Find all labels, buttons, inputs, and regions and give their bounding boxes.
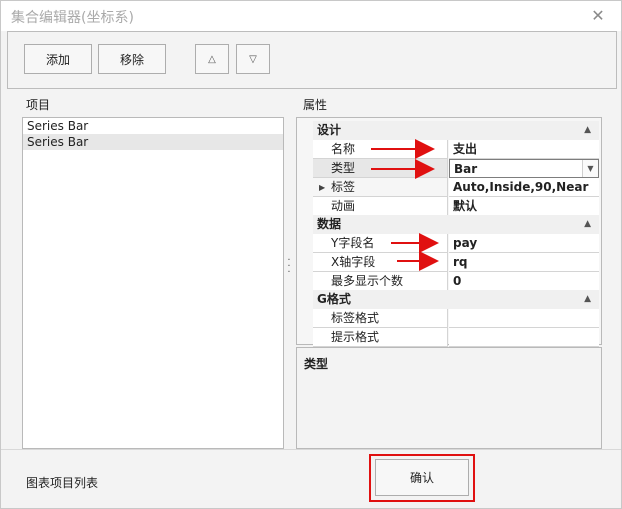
property-value[interactable] [449,328,599,347]
property-value[interactable] [449,309,599,328]
property-grid: 设计 ▲ 名称 支出 类型 Bar ▼ ▶ 标签 Auto,Inside,90,… [296,117,602,347]
items-label: 项目 [26,98,51,112]
splitter-grip-icon[interactable]: · · · [285,256,293,278]
property-row-type[interactable]: 类型 Bar ▼ [313,159,599,178]
list-item[interactable]: Series Bar [23,118,283,134]
collapse-icon[interactable]: ▲ [584,290,591,309]
property-row-label[interactable]: ▶ 标签 Auto,Inside,90,Near [313,178,599,197]
property-value-dropdown[interactable]: Bar ▼ [449,159,599,178]
property-value[interactable]: rq [449,253,599,272]
window-title: 集合编辑器(坐标系) [11,10,134,26]
description-title: 类型 [304,357,329,371]
toolbar: 添加 移除 △ ▽ [7,31,617,89]
category-label: 数据 [317,217,342,231]
property-name: 提示格式 [313,328,448,347]
property-row-name[interactable]: 名称 支出 [313,140,599,159]
property-name: 标签格式 [313,309,448,328]
property-row-animation[interactable]: 动画 默认 [313,197,599,216]
move-up-button[interactable]: △ [195,44,229,74]
remove-button[interactable]: 移除 [98,44,166,74]
category-label: G格式 [317,292,351,306]
property-value[interactable]: 默认 [449,197,599,216]
footer-divider [1,449,621,450]
collapse-icon[interactable]: ▲ [584,121,591,140]
add-button[interactable]: 添加 [24,44,92,74]
property-row-max-count[interactable]: 最多显示个数 0 [313,272,599,291]
close-icon[interactable]: ✕ [589,7,607,25]
property-row-y-field[interactable]: Y字段名 pay [313,234,599,253]
title-bar: 集合编辑器(坐标系) ✕ [1,1,621,31]
category-design[interactable]: 设计 ▲ [313,121,599,140]
property-row-tooltip-format[interactable]: 提示格式 [313,328,599,347]
category-format[interactable]: G格式 ▲ [313,290,599,309]
chevron-down-icon[interactable]: ▼ [582,160,598,177]
move-down-button[interactable]: ▽ [236,44,270,74]
footer-status-text: 图表项目列表 [26,476,99,490]
collection-editor-window: 集合编辑器(坐标系) ✕ 添加 移除 △ ▽ 项目 Series Bar Ser… [0,0,622,509]
property-value[interactable]: 0 [449,272,599,291]
confirm-button[interactable]: 确认 [375,459,469,496]
property-value[interactable]: 支出 [449,140,599,159]
category-label: 设计 [317,123,342,137]
collapse-icon[interactable]: ▲ [584,215,591,234]
property-value[interactable]: pay [449,234,599,253]
items-list[interactable]: Series Bar Series Bar [22,117,284,449]
description-panel: 类型 [296,347,602,449]
properties-label: 属性 [303,98,328,112]
property-value[interactable]: Auto,Inside,90,Near [449,178,599,197]
property-value: Bar [454,162,478,176]
annotation-arrows [371,139,439,271]
category-data[interactable]: 数据 ▲ [313,215,599,234]
property-row-label-format[interactable]: 标签格式 [313,309,599,328]
list-item[interactable]: Series Bar [23,134,283,150]
property-row-x-field[interactable]: X轴字段 rq [313,253,599,272]
